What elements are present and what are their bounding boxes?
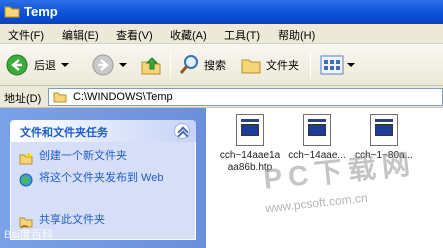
address-path: C:\WINDOWS\Temp <box>73 91 173 103</box>
back-button[interactable]: 后退 <box>6 53 69 77</box>
task-publish-web[interactable]: 将这个文件夹发布到 Web <box>19 172 169 187</box>
task-new-folder[interactable]: 创建一个新文件夹 <box>19 150 127 165</box>
title-bar[interactable]: Temp <box>0 0 443 24</box>
search-label: 搜索 <box>204 60 226 72</box>
watermark-brand: PC下载网 <box>261 148 418 195</box>
web-publish-icon <box>19 173 33 187</box>
file-folder-tasks-panel: 文件和文件夹任务 创建一个新文件夹 将这个文件夹发布到 Web 共享此文件夹 <box>10 120 196 240</box>
back-dropdown-caret-icon[interactable] <box>61 63 69 67</box>
address-input[interactable]: C:\WINDOWS\Temp <box>48 88 443 106</box>
menu-edit[interactable]: 编辑(E) <box>62 27 99 43</box>
views-icon <box>320 55 344 75</box>
search-button[interactable]: 搜索 <box>178 53 226 77</box>
menu-help[interactable]: 帮助(H) <box>278 27 315 43</box>
up-folder-icon <box>141 57 161 75</box>
toolbar: 后退 搜索 文件夹 <box>0 44 443 86</box>
folders-icon <box>241 59 261 74</box>
views-dropdown-caret-icon[interactable] <box>347 63 355 67</box>
toolbar-separator <box>310 52 311 78</box>
task-panel-header[interactable]: 文件和文件夹任务 <box>10 120 196 142</box>
search-icon <box>179 55 198 74</box>
folder-icon <box>4 6 20 18</box>
menu-favorites[interactable]: 收藏(A) <box>170 27 207 43</box>
help-file-icon <box>303 114 331 146</box>
menu-bar: 文件(F) 编辑(E) 查看(V) 收藏(A) 工具(T) 帮助(H) <box>0 24 443 44</box>
collapse-icon[interactable] <box>174 123 190 139</box>
baidu-watermark: Bai度百科 <box>4 229 53 241</box>
task-panel-title: 文件和文件夹任务 <box>20 127 108 139</box>
folders-label: 文件夹 <box>266 60 299 72</box>
window-title: Temp <box>24 4 58 19</box>
views-button[interactable] <box>320 53 355 77</box>
forward-dropdown-caret-icon[interactable] <box>119 63 127 67</box>
address-label: 地址(D) <box>4 93 42 105</box>
task-label: 创建一个新文件夹 <box>39 150 127 162</box>
watermark: PC下载网 www.pcsoft.com.cn <box>243 148 433 242</box>
folder-icon <box>53 92 67 103</box>
help-file-icon <box>370 114 398 146</box>
menu-view[interactable]: 查看(V) <box>116 27 153 43</box>
back-label: 后退 <box>34 60 56 72</box>
task-label: 将这个文件夹发布到 Web <box>39 172 164 184</box>
forward-button[interactable] <box>92 53 127 77</box>
menu-tools[interactable]: 工具(T) <box>224 27 260 43</box>
back-arrow-icon <box>6 54 28 76</box>
forward-arrow-icon <box>92 54 114 76</box>
menu-file[interactable]: 文件(F) <box>8 27 44 43</box>
folders-button[interactable]: 文件夹 <box>240 53 299 77</box>
new-folder-icon <box>19 152 33 165</box>
address-bar: 地址(D) C:\WINDOWS\Temp <box>0 86 443 108</box>
up-folder-button[interactable] <box>140 53 162 77</box>
help-file-icon <box>236 114 264 146</box>
toolbar-separator <box>170 52 171 78</box>
